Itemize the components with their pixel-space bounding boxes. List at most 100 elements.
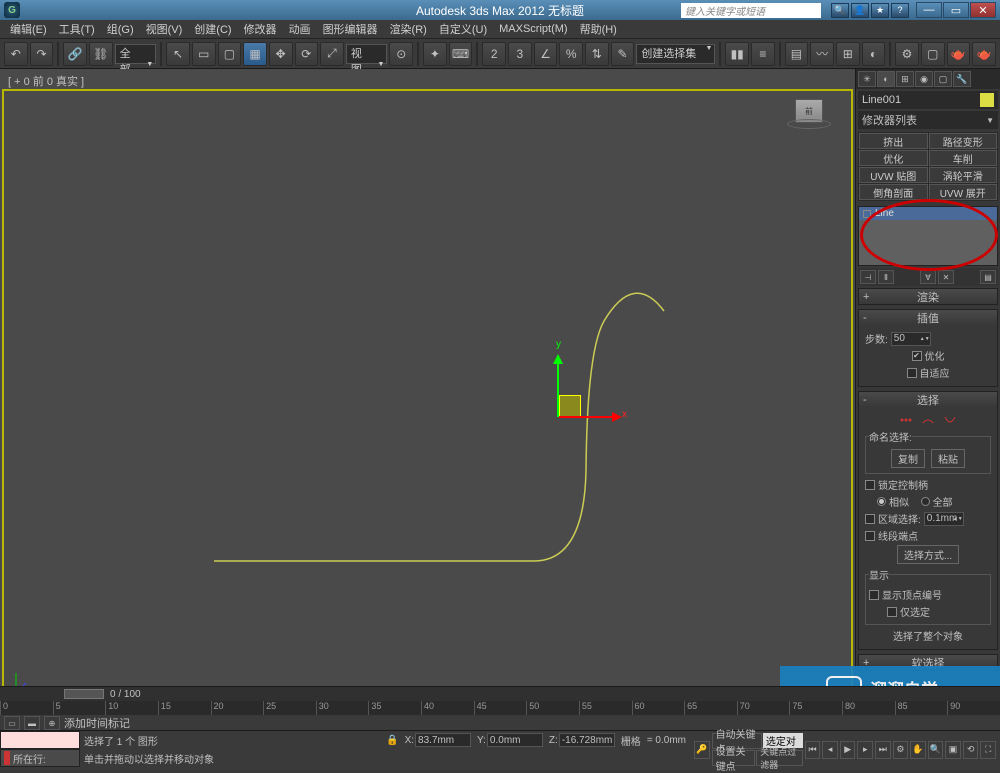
unlink-icon[interactable]: ⛓	[89, 42, 113, 66]
script-listener[interactable]	[0, 731, 80, 749]
mod-pathdeform-button[interactable]: 路径变形	[929, 133, 998, 149]
filter-combo[interactable]: 全部	[115, 44, 157, 64]
zoom-extents-icon[interactable]: ▣	[945, 741, 961, 759]
menu-tools[interactable]: 工具(T)	[53, 21, 101, 37]
time-slider[interactable]	[64, 689, 104, 699]
steps-spinner[interactable]: 50▲▼	[891, 332, 931, 346]
isolate-icon[interactable]: 🔑	[694, 741, 710, 759]
show-vertnum-checkbox[interactable]	[869, 590, 879, 600]
subobj-segment-icon[interactable]	[921, 415, 935, 425]
menu-rendering[interactable]: 渲染(R)	[384, 21, 433, 37]
time-ruler[interactable]: 0 5 10 15 20 25 30 35 40 45 50 55 60 65 …	[0, 701, 1000, 715]
setkey-button[interactable]: 设置关键点	[712, 750, 756, 766]
keyfilter-button[interactable]: 关键点过滤器	[756, 750, 803, 766]
modifier-stack[interactable]: Line	[858, 206, 998, 266]
timeline-mini-icon[interactable]: ▭	[4, 716, 20, 730]
viewcube[interactable]: 前	[787, 99, 831, 143]
add-time-tag-label[interactable]: 添加时间标记	[64, 715, 130, 731]
next-frame-icon[interactable]: ▸	[857, 741, 873, 759]
gizmo-plane[interactable]	[559, 395, 581, 417]
prev-frame-icon[interactable]: ◂	[822, 741, 838, 759]
mod-uvwunwrap-button[interactable]: UVW 展开	[929, 184, 998, 200]
menu-create[interactable]: 创建(C)	[188, 21, 237, 37]
menu-grapheditors[interactable]: 图形编辑器	[317, 21, 384, 37]
rollout-interpolation-header[interactable]: -插值	[859, 310, 997, 325]
alike-radio[interactable]	[877, 497, 886, 506]
align-icon[interactable]: ≡	[751, 42, 775, 66]
scale-icon[interactable]: ⤢	[320, 42, 344, 66]
redo-icon[interactable]: ↷	[30, 42, 54, 66]
lock-selection-icon[interactable]: 🔒	[386, 735, 398, 746]
mod-extrude-button[interactable]: 挤出	[859, 133, 928, 149]
all-radio[interactable]	[921, 497, 930, 506]
subobj-spline-icon[interactable]	[943, 415, 957, 425]
gizmo-x-axis[interactable]	[559, 416, 619, 418]
editselset-icon[interactable]: ✎	[611, 42, 635, 66]
help-search-input[interactable]: 键入关键字或短语	[681, 3, 821, 18]
object-color-swatch[interactable]	[980, 93, 994, 107]
seg-end-checkbox[interactable]	[865, 531, 875, 541]
orbit-icon[interactable]: ⟲	[963, 741, 979, 759]
viewport-front[interactable]: y x 前	[2, 89, 853, 707]
show-end-icon[interactable]: Ⅱ	[878, 270, 894, 284]
area-spinner[interactable]: 0.1mm▲▼	[924, 512, 964, 526]
curveeditor-icon[interactable]: 〰	[810, 42, 834, 66]
modifier-list-dropdown[interactable]: 修改器列表	[858, 111, 998, 129]
maximize-button[interactable]: ▭	[943, 2, 969, 18]
rollout-rendering-header[interactable]: +渲染	[859, 289, 997, 304]
optimize-checkbox[interactable]: ✔	[912, 351, 922, 361]
menu-customize[interactable]: 自定义(U)	[433, 21, 493, 37]
link-icon[interactable]: 🔗	[63, 42, 87, 66]
make-unique-icon[interactable]: ∀	[920, 270, 936, 284]
selectname-icon[interactable]: ▭	[192, 42, 216, 66]
tab-create-icon[interactable]: ✳	[858, 71, 876, 87]
mod-optimize-button[interactable]: 优化	[859, 150, 928, 166]
timeline-mini2-icon[interactable]: ▬	[24, 716, 40, 730]
menu-animation[interactable]: 动画	[283, 21, 317, 37]
z-input[interactable]: -16.728mm	[559, 733, 615, 747]
menu-modifiers[interactable]: 修改器	[238, 21, 283, 37]
window-crossing-icon[interactable]: ▦	[243, 42, 267, 66]
tab-hierarchy-icon[interactable]: ⊞	[896, 71, 914, 87]
render-icon[interactable]: 🫖	[947, 42, 971, 66]
tab-motion-icon[interactable]: ◉	[915, 71, 933, 87]
pin-stack-icon[interactable]: ⊣	[860, 270, 876, 284]
copy-button[interactable]: 复制	[891, 449, 925, 468]
mod-lathe-button[interactable]: 车削	[929, 150, 998, 166]
minimize-button[interactable]: —	[916, 2, 942, 18]
signin-icon[interactable]: 👤	[851, 3, 869, 18]
keyboard-icon[interactable]: ⌨	[449, 42, 473, 66]
refcoord-combo[interactable]: 视图	[346, 44, 388, 64]
layers-icon[interactable]: ▤	[785, 42, 809, 66]
percentsnap-icon[interactable]: %	[559, 42, 583, 66]
fav-icon[interactable]: ★	[871, 3, 889, 18]
renderframe-icon[interactable]: ▢	[921, 42, 945, 66]
gizmo-y-axis[interactable]	[557, 357, 559, 417]
menu-views[interactable]: 视图(V)	[140, 21, 189, 37]
select-by-button[interactable]: 选择方式...	[897, 545, 959, 564]
help-icon[interactable]: ?	[891, 3, 909, 18]
snap2d-icon[interactable]: 2	[482, 42, 506, 66]
app-icon[interactable]: G	[4, 2, 20, 18]
selset-combo[interactable]: 创建选择集	[636, 44, 715, 64]
stack-item-line[interactable]: Line	[859, 207, 997, 220]
tab-utilities-icon[interactable]: 🔧	[953, 71, 971, 87]
rendersetup-icon[interactable]: ⚙	[895, 42, 919, 66]
object-name-input[interactable]: Line001	[862, 94, 978, 106]
goto-start-icon[interactable]: ⏮	[805, 741, 821, 759]
play-icon[interactable]: ▶	[840, 741, 856, 759]
rotate-icon[interactable]: ⟳	[295, 42, 319, 66]
menu-help[interactable]: 帮助(H)	[574, 21, 623, 37]
move-icon[interactable]: ✥	[269, 42, 293, 66]
lock-handles-checkbox[interactable]	[865, 480, 875, 490]
viewport-label[interactable]: [ + 0 前 0 真实 ]	[8, 73, 84, 89]
viewcube-ring[interactable]	[787, 119, 831, 129]
configure-sets-icon[interactable]: ▤	[980, 270, 996, 284]
x-input[interactable]: 83.7mm	[415, 733, 471, 747]
area-select-checkbox[interactable]	[865, 514, 875, 524]
snap3d-icon[interactable]: 3	[508, 42, 532, 66]
schematic-icon[interactable]: ⊞	[836, 42, 860, 66]
selected-only-checkbox[interactable]	[887, 607, 897, 617]
maximize-vp-icon[interactable]: ⛶	[980, 741, 996, 759]
pan-icon[interactable]: ✋	[910, 741, 926, 759]
